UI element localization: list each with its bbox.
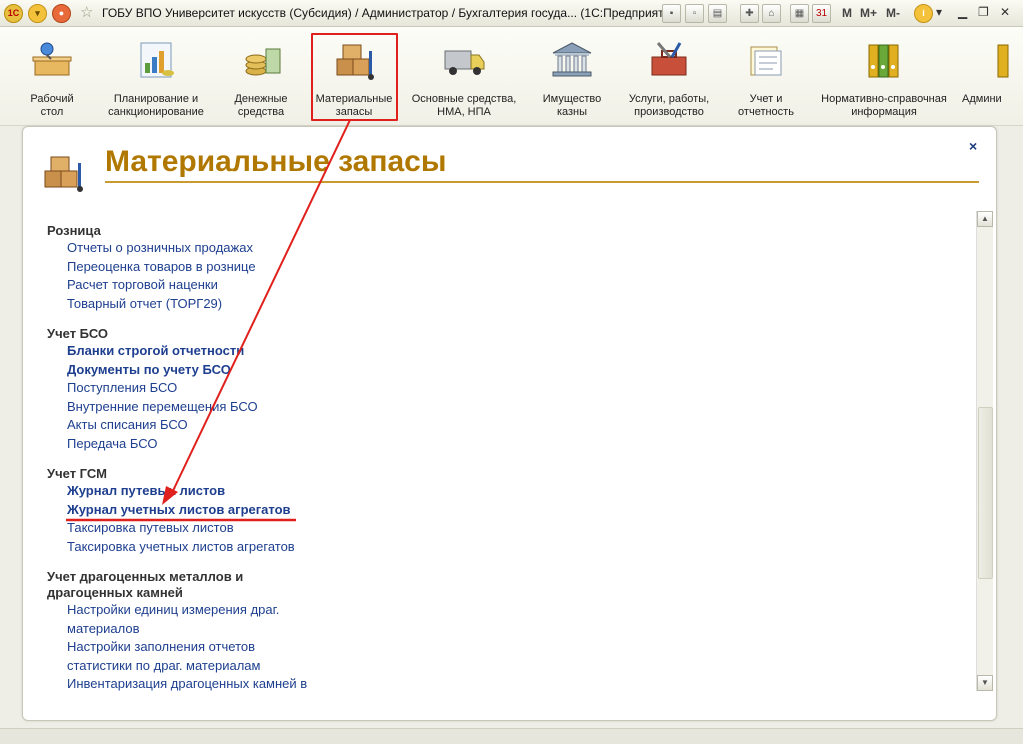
group-title-precious: Учет драгоценных металлов и драгоценных …	[47, 569, 244, 600]
link-strict-forms[interactable]: Бланки строгой отчетности	[47, 342, 347, 361]
title-divider	[105, 181, 979, 183]
window-title: ГОБУ ВПО Университет искусств (Субсидия)…	[102, 6, 682, 20]
section-fixed-assets[interactable]: Основные средства, НМА, НПА	[408, 37, 520, 119]
section-label: Учет и отчетность	[738, 93, 794, 118]
app-logo-icon[interactable]: 1С	[4, 4, 23, 23]
planning-chart-icon	[140, 42, 174, 78]
section-accounting-reports[interactable]: Учет и отчетность	[734, 37, 798, 119]
panel-close-icon[interactable]: ×	[969, 138, 977, 154]
link-retail-sales-reports[interactable]: Отчеты о розничных продажах	[47, 239, 347, 258]
scroll-up-icon[interactable]: ▲	[977, 211, 993, 227]
panel-title: Материальные запасы	[105, 145, 447, 178]
save-icon[interactable]: ▪	[662, 4, 681, 23]
section-money[interactable]: Денежные средства	[229, 37, 293, 119]
link-precious-inventory[interactable]: Инвентаризация драгоценных камней в НФА,…	[47, 675, 317, 693]
scroll-down-icon[interactable]: ▼	[977, 675, 993, 691]
section-label: Планирование и санкционирование	[108, 93, 204, 118]
vertical-scrollbar[interactable]: ▲ ▼	[976, 211, 993, 691]
minimize-icon[interactable]: ▁	[958, 5, 967, 19]
section-admin[interactable]: Админи	[962, 37, 1022, 106]
link-waybill-taxing[interactable]: Таксировка путевых листов	[47, 519, 347, 538]
link-waybill-journal[interactable]: Журнал путевых листов	[47, 482, 347, 501]
section-label: Админи	[962, 93, 1002, 105]
add-favorite-icon[interactable]: ✚	[740, 4, 759, 23]
print-preview-icon[interactable]: ▫	[685, 4, 704, 23]
link-bso-transfers[interactable]: Внутренние перемещения БСО	[47, 398, 347, 417]
group-title-fuel: Учет ГСМ	[47, 466, 107, 481]
link-bso-receipts[interactable]: Поступления БСО	[47, 379, 347, 398]
scroll-thumb[interactable]	[978, 407, 993, 579]
toolbox-icon	[651, 42, 687, 76]
group-title-bso: Учет БСО	[47, 326, 109, 341]
memory-m-button[interactable]: M	[842, 6, 852, 20]
section-reference[interactable]: Нормативно-справочная информация	[816, 37, 952, 119]
link-bso-handover[interactable]: Передача БСО	[47, 435, 347, 454]
link-unit-records-journal[interactable]: Журнал учетных листов агрегатов	[47, 501, 347, 520]
title-toolbar: ▪ ▫ ▤	[662, 4, 727, 23]
title-bar: 1С ▾ ● ☆ ГОБУ ВПО Университет искусств (…	[0, 0, 1023, 27]
binders-icon	[868, 44, 899, 78]
section-label: Нормативно-справочная информация	[821, 93, 947, 118]
link-torg29-report[interactable]: Товарный отчет (ТОРГ29)	[47, 295, 347, 314]
main-menu-icon[interactable]: ▾	[28, 4, 47, 23]
admin-icon	[997, 44, 1009, 78]
navigation-list: Розница Отчеты о розничных продажах Пере…	[47, 223, 347, 693]
info-dropdown-icon[interactable]: ▾	[936, 5, 942, 19]
print-icon[interactable]: ▤	[708, 4, 727, 23]
desk-icon	[32, 42, 72, 76]
memory-minus-button[interactable]: M-	[886, 6, 900, 20]
restore-icon[interactable]: ❐	[978, 5, 989, 19]
sections-panel: Рабочий стол Планирование и санкциониров…	[0, 27, 1023, 126]
calendar-icon[interactable]: 31	[812, 4, 831, 23]
memory-plus-button[interactable]: M+	[860, 6, 877, 20]
materials-panel: × Материальные запасы Розница Отчеты о р…	[22, 126, 997, 721]
favorites-star-icon[interactable]: ☆	[80, 3, 93, 21]
link-bso-writeoffs[interactable]: Акты списания БСО	[47, 416, 347, 435]
section-label: Денежные средства	[234, 93, 288, 118]
section-planning[interactable]: Планирование и санкционирование	[102, 37, 210, 119]
reports-icon	[750, 46, 782, 76]
calculator-icon[interactable]: ▦	[790, 4, 809, 23]
link-bso-documents[interactable]: Документы по учету БСО	[47, 361, 347, 380]
section-label: Рабочий стол	[30, 93, 74, 118]
section-treasury[interactable]: Имущество казны	[538, 37, 606, 119]
link-precious-stats-settings[interactable]: Настройки заполнения отчетов статистики …	[47, 638, 277, 675]
link-retail-revaluation[interactable]: Переоценка товаров в рознице	[47, 258, 347, 277]
group-title-retail: Розница	[47, 223, 101, 238]
section-desktop[interactable]: Рабочий стол	[22, 37, 82, 119]
boxes-icon	[44, 156, 83, 192]
history-icon[interactable]: ⌂	[762, 4, 781, 23]
section-label: Основные средства, НМА, НПА	[411, 93, 517, 118]
section-label: Имущество казны	[542, 93, 602, 118]
section-services[interactable]: Услуги, работы, производство	[622, 37, 716, 119]
home-icon[interactable]: ●	[52, 4, 71, 23]
link-precious-units-settings[interactable]: Настройки единиц измерения драг. материа…	[47, 601, 297, 638]
section-label: Услуги, работы, производство	[628, 93, 710, 118]
building-icon	[552, 42, 592, 77]
link-unit-records-taxing[interactable]: Таксировка учетных листов агрегатов	[47, 538, 347, 557]
window-close-icon[interactable]: ✕	[1000, 5, 1010, 19]
link-markup-calculation[interactable]: Расчет торговой наценки	[47, 276, 347, 295]
info-icon[interactable]: i	[914, 4, 933, 23]
money-icon	[245, 48, 281, 76]
truck-icon	[444, 50, 485, 75]
status-bar	[0, 728, 1023, 744]
highlight-box	[311, 33, 398, 121]
